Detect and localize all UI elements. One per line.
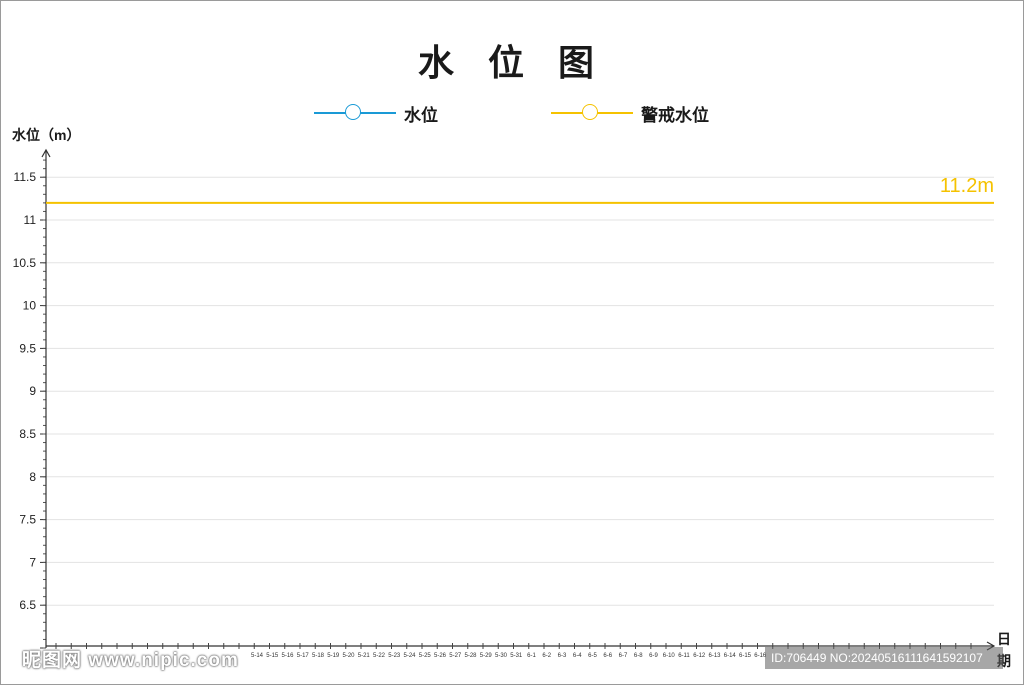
x-tick-label-10: 5-24 (403, 653, 416, 659)
x-tick-label-21: 6-4 (573, 653, 582, 659)
y-tick-label-11: 11.5 (14, 170, 37, 184)
x-tick-label-11: 5-25 (419, 653, 432, 659)
x-tick-label-26: 6-9 (649, 653, 658, 659)
x-tick-label-18: 6-1 (527, 653, 536, 659)
x-tick-label-1: 5-15 (266, 653, 279, 659)
x-tick-label-6: 5-20 (342, 653, 355, 659)
x-tick-label-17: 5-31 (510, 653, 523, 659)
x-tick-label-30: 6-13 (708, 653, 721, 659)
x-tick-label-25: 6-8 (634, 653, 643, 659)
x-tick-label-23: 6-6 (603, 653, 612, 659)
y-tick-label-9: 10.5 (13, 256, 37, 270)
y-tick-label-2: 7 (29, 555, 36, 569)
x-tick-label-22: 6-5 (588, 653, 597, 659)
watermark-left: 昵图网 www.nipic.com (22, 650, 239, 671)
y-tick-label-10: 11 (24, 213, 37, 227)
x-tick-label-28: 6-11 (678, 653, 690, 659)
x-tick-label-32: 6-15 (739, 653, 752, 659)
x-tick-label-12: 5-26 (434, 653, 447, 659)
x-tick-label-3: 5-17 (297, 653, 310, 659)
x-tick-label-9: 5-23 (388, 653, 401, 659)
x-tick-label-20: 6-3 (558, 653, 567, 659)
x-tick-label-24: 6-7 (619, 653, 628, 659)
y-tick-label-8: 10 (23, 299, 37, 313)
x-tick-label-5: 5-19 (327, 653, 340, 659)
chart-plot: 6.577.588.599.51010.51111.55-14 5-15 5-16 5… (13, 148, 996, 659)
x-tick-label-29: 6-12 (693, 653, 706, 659)
y-tick-label-3: 7.5 (19, 513, 36, 527)
y-tick-label-5: 8.5 (19, 427, 36, 441)
x-tick-label-16: 5-30 (495, 653, 508, 659)
y-tick-label-6: 9 (29, 384, 36, 398)
x-tick-label-13: 5-27 (449, 653, 462, 659)
x-tick-label-4: 5-18 (312, 653, 325, 659)
x-tick-label-15: 5-29 (480, 653, 493, 659)
x-tick-label-2: 5-16 (281, 653, 294, 659)
x-tick-label-7: 5-21 (358, 653, 371, 659)
x-tick-label-0: 5-14 (251, 653, 264, 659)
y-tick-label-1: 6.5 (19, 598, 36, 612)
x-tick-label-27: 6-10 (663, 653, 676, 659)
x-tick-label-31: 6-14 (724, 653, 737, 659)
x-tick-label-8: 5-22 (373, 653, 386, 659)
x-tick-label-19: 6-2 (542, 653, 551, 659)
y-tick-label-4: 8 (29, 470, 36, 484)
y-tick-label-7: 9.5 (19, 341, 36, 355)
warning-level-label: 11.2m (940, 175, 994, 197)
x-tick-label-14: 5-28 (464, 653, 477, 659)
watermark-right: ID:706449 NO:20240516111641592107 (765, 647, 1003, 669)
